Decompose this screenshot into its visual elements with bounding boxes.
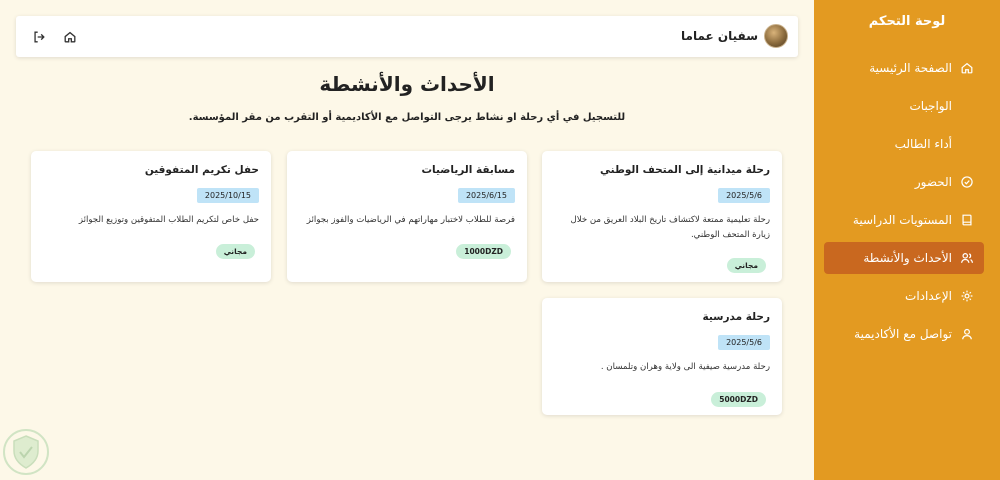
page-title: الأحداث والأنشطة	[319, 72, 495, 96]
sidebar-item-label: الواجبات	[909, 99, 952, 113]
chart-icon	[960, 137, 974, 151]
sidebar-item-performance[interactable]: أداء الطالب	[824, 128, 984, 160]
event-date-badge: 2025/5/6	[718, 188, 770, 203]
event-date-badge: 2025/10/15	[196, 188, 259, 203]
sidebar-title: لوحة التحكم	[868, 14, 946, 29]
event-description: فرصة للطلاب لاختبار مهاراتهم في الرياضيا…	[306, 215, 515, 225]
sidebar-item-assignments[interactable]: الواجبات	[824, 90, 984, 122]
book-icon	[960, 213, 974, 227]
sidebar-item-label: المستويات الدراسية	[852, 213, 952, 227]
sidebar-item-label: الحضور	[914, 175, 952, 189]
user-name: سفيان عماما	[681, 29, 758, 43]
topbar: سفيان عماما	[16, 16, 798, 57]
event-price-badge[interactable]: 5000DZD	[711, 392, 766, 407]
user-icon	[960, 327, 974, 341]
check-circle-icon	[960, 175, 974, 189]
event-card[interactable]: مسابقة الرياضيات 2025/6/15 فرصة للطلاب ل…	[287, 151, 527, 282]
event-price-badge[interactable]: مجاني	[726, 258, 766, 273]
academy-logo	[2, 428, 50, 476]
sidebar-item-label: تواصل مع الأكاديمية	[854, 327, 952, 341]
event-title: رحلة ميدانية إلى المتحف الوطني	[600, 164, 770, 176]
sidebar-item-settings[interactable]: الإعدادات	[824, 280, 984, 312]
sidebar-item-label: الأحداث والأنشطة	[863, 251, 952, 265]
assignment-icon	[960, 99, 974, 113]
event-description: رحلة مدرسية صيفية الى ولاية وهران وتلمسا…	[600, 362, 770, 372]
event-title: رحلة مدرسية	[702, 311, 770, 323]
event-card[interactable]: رحلة مدرسية 2025/5/6 رحلة مدرسية صيفية ا…	[542, 298, 782, 415]
sidebar-nav: الصفحة الرئيسية الواجبات أداء الطالب الح…	[814, 52, 1000, 350]
event-title: حفل تكريم المتفوقين	[144, 164, 259, 176]
event-price-badge[interactable]: مجاني	[215, 244, 255, 259]
event-price-badge[interactable]: 1000DZD	[456, 244, 511, 259]
event-description: حفل خاص لتكريم الطلاب المتفوقين وتوزيع ا…	[78, 215, 259, 225]
sidebar: لوحة التحكم الصفحة الرئيسية الواجبات أدا…	[814, 0, 1000, 480]
home-icon	[960, 61, 974, 75]
sidebar-item-home[interactable]: الصفحة الرئيسية	[824, 52, 984, 84]
user-profile[interactable]: سفيان عماما	[681, 24, 788, 48]
event-title: مسابقة الرياضيات	[421, 164, 515, 176]
home-icon[interactable]	[63, 29, 77, 43]
event-description: رحلة تعليمية ممتعة لاكتشاف تاريخ البلاد …	[570, 215, 770, 240]
avatar[interactable]	[764, 24, 788, 48]
event-date-badge: 2025/6/15	[457, 188, 515, 203]
sidebar-item-attendance[interactable]: الحضور	[824, 166, 984, 198]
sidebar-item-label: الصفحة الرئيسية	[869, 61, 952, 75]
sidebar-item-events[interactable]: الأحداث والأنشطة	[824, 242, 984, 274]
sidebar-item-contact[interactable]: تواصل مع الأكاديمية	[824, 318, 984, 350]
sidebar-item-label: الإعدادات	[905, 289, 952, 303]
sidebar-item-levels[interactable]: المستويات الدراسية	[824, 204, 984, 236]
logout-icon[interactable]	[32, 29, 46, 43]
event-card[interactable]: حفل تكريم المتفوقين 2025/10/15 حفل خاص ل…	[31, 151, 271, 282]
users-icon	[960, 251, 974, 265]
event-card[interactable]: رحلة ميدانية إلى المتحف الوطني 2025/5/6 …	[542, 151, 782, 282]
page-subtitle: للتسجيل في أي رحلة او نشاط يرجى التواصل …	[188, 112, 626, 123]
sidebar-item-label: أداء الطالب	[894, 137, 952, 151]
event-date-badge: 2025/5/6	[718, 335, 770, 350]
gear-icon	[960, 289, 974, 303]
